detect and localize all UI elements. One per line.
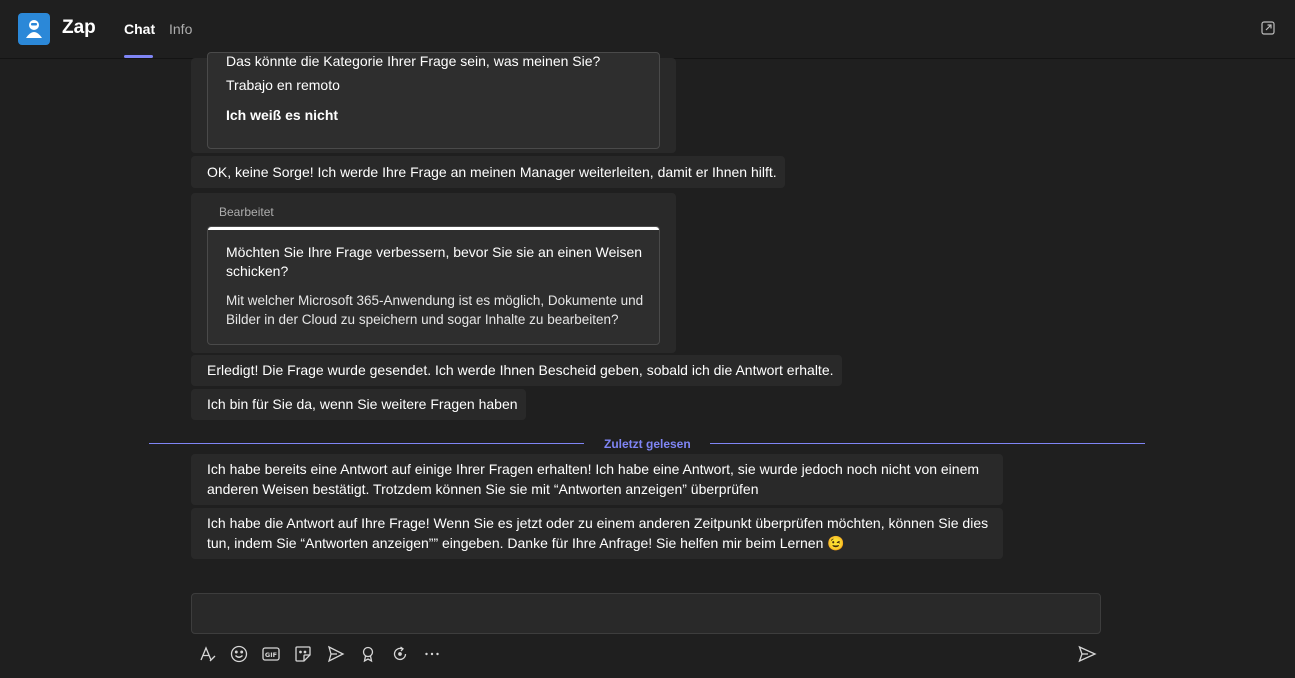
active-tab-indicator: [124, 55, 153, 58]
sticker-icon[interactable]: [293, 644, 313, 664]
popout-icon[interactable]: [1261, 21, 1275, 40]
loop-icon[interactable]: [390, 644, 410, 664]
edit-card-question-1: Mit welcher Microsoft 365-Anwendung ist …: [226, 293, 644, 308]
edit-card-title-1: Möchten Sie Ihre Frage verbessern, bevor…: [226, 244, 643, 260]
here-message-text: Ich bin für Sie da, wenn Sie weitere Fra…: [207, 396, 518, 412]
compose-box[interactable]: [191, 593, 1101, 634]
done-message: Erledigt! Die Frage wurde gesendet. Ich …: [191, 355, 842, 386]
done-message-text: Erledigt! Die Frage wurde gesendet. Ich …: [207, 362, 834, 378]
more-icon[interactable]: [422, 644, 442, 664]
edit-question-message: Bearbeitet Möchten Sie Ihre Frage verbes…: [191, 193, 676, 353]
tab-chat[interactable]: Chat: [124, 21, 155, 37]
forward-message-text: OK, keine Sorge! Ich werde Ihre Frage an…: [207, 164, 777, 180]
card-accent-bar: [208, 227, 659, 230]
answer-message-line2: anderen Weisen bestätigt. Trotzdem könne…: [207, 481, 759, 497]
category-option-unknown[interactable]: Ich weiß es nicht: [226, 106, 338, 125]
final-message-line2: tun, indem Sie “Antworten anzeigen”” ein…: [207, 535, 845, 551]
category-prompt: Das könnte die Kategorie Ihrer Frage sei…: [226, 53, 601, 69]
last-read-label: Zuletzt gelesen: [604, 437, 691, 451]
category-card: Das könnte die Kategorie Ihrer Frage sei…: [207, 52, 660, 149]
answer-message-line1: Ich habe bereits eine Antwort auf einige…: [207, 461, 980, 477]
divider-line-right: [710, 443, 1145, 444]
here-message: Ich bin für Sie da, wenn Sie weitere Fra…: [191, 389, 526, 420]
category-message: Das könnte die Kategorie Ihrer Frage sei…: [191, 52, 676, 153]
edit-card-title-2: schicken?: [226, 263, 289, 279]
send-icon[interactable]: [1077, 644, 1097, 664]
answer-message: Ich habe bereits eine Antwort auf einige…: [191, 454, 1003, 505]
svg-text:GIF: GIF: [265, 651, 277, 659]
final-message: Ich habe die Antwort auf Ihre Frage! Wen…: [191, 508, 1003, 559]
divider-line-left: [149, 443, 584, 444]
forward-message: OK, keine Sorge! Ich werde Ihre Frage an…: [191, 156, 785, 188]
app-header: Zap Chat Info: [0, 0, 1295, 59]
edit-question-card: Möchten Sie Ihre Frage verbessern, bevor…: [207, 226, 660, 345]
format-icon[interactable]: [198, 644, 218, 664]
emoji-icon[interactable]: [229, 644, 249, 664]
final-message-line1: Ich habe die Antwort auf Ihre Frage! Wen…: [207, 515, 989, 531]
edited-label: Bearbeitet: [219, 205, 274, 219]
message-input[interactable]: [192, 594, 1100, 633]
zap-app-icon: [18, 13, 50, 45]
app-name: Zap: [62, 17, 96, 38]
edit-card-question-2: Bilder in der Cloud zu speichern und sog…: [226, 312, 619, 327]
praise-icon[interactable]: [358, 644, 378, 664]
gif-icon[interactable]: GIF: [261, 644, 281, 664]
schedule-send-icon[interactable]: [326, 644, 346, 664]
category-option-remote[interactable]: Trabajo en remoto: [226, 76, 340, 95]
tab-info[interactable]: Info: [169, 21, 192, 37]
